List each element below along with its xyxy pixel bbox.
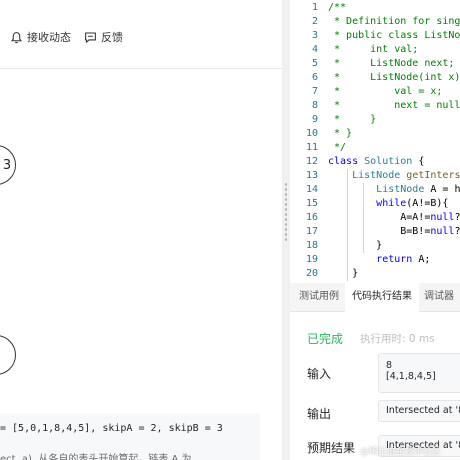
line-number: 12: [305, 156, 318, 167]
line-number: 11: [305, 142, 318, 153]
line-code: * ListNode(int x) {: [328, 72, 460, 83]
notify-label: 接收动态: [27, 31, 71, 44]
line-code: * next = null;: [328, 100, 460, 111]
tab-debugger[interactable]: 调试器: [424, 283, 454, 311]
line-number: 5: [311, 58, 318, 69]
code-line[interactable]: 6 * ListNode(int x) {: [290, 71, 460, 85]
code-line[interactable]: 9 * }: [290, 113, 460, 127]
line-code: * int val;: [328, 44, 419, 55]
example-explanation: ect, a). 从各自的表头开始算起，链表 A 为: [0, 454, 192, 460]
problem-panel: 接收动态 反馈 3 = [5,0,1,8,4,5], skipA = 2, sk…: [0, 0, 282, 460]
example-code-block: = [5,0,1,8,4,5], skipA = 2, skipB = 3 ec…: [0, 413, 260, 460]
line-code: return A;: [376, 254, 431, 265]
problem-toolbar: 接收动态 反馈: [0, 0, 282, 69]
line-number: 3: [311, 30, 318, 41]
line-code: */: [328, 142, 347, 153]
code-line[interactable]: 1 /**: [290, 1, 460, 15]
indent-guide: [347, 169, 348, 281]
expected-label: 预期结果: [307, 441, 356, 455]
line-number: 10: [305, 128, 318, 139]
code-line[interactable]: 11 */: [290, 141, 460, 155]
line-code: }: [328, 240, 383, 251]
code-line[interactable]: 20 }: [290, 267, 460, 281]
line-number: 8: [311, 100, 318, 111]
panel-divider[interactable]: [282, 0, 290, 460]
feedback-button[interactable]: 反馈: [84, 28, 123, 46]
line-code: * }: [328, 128, 353, 139]
code-editor[interactable]: 1/** 2 * Definition for singly 3 * public …: [290, 0, 460, 283]
line-number: 9: [311, 114, 318, 125]
code-line[interactable]: 2 * Definition for singly: [290, 15, 460, 29]
output-value: Intersected at '8': [386, 405, 460, 416]
input-value-box: 8 [4,1,8,4,5]: [378, 353, 460, 393]
line-number: 6: [311, 72, 318, 83]
feedback-label: 反馈: [101, 31, 123, 44]
line-code: * }: [328, 114, 377, 125]
line-code: * val = x;: [328, 86, 443, 97]
console-panel: 测试用例 代码执行结果 调试器 已完成 执行用时: 0 ms 输入 8 [4,1…: [290, 283, 460, 460]
line-number: 20: [305, 268, 318, 279]
notify-button[interactable]: 接收动态: [10, 28, 71, 46]
input-line-1: 8: [386, 360, 393, 371]
run-time: 执行用时: 0 ms: [360, 333, 435, 345]
code-line[interactable]: 16 A=A!=null?A.n: [290, 211, 460, 225]
indent-guide: [363, 183, 364, 253]
drag-handle-icon[interactable]: [284, 182, 288, 242]
line-number: 1: [311, 2, 318, 13]
list-node-partial-top: 3: [0, 145, 16, 185]
input-label: 输入: [307, 367, 332, 381]
code-line[interactable]: 13 ListNode getIntersec: [290, 169, 460, 183]
example-input-line: = [5,0,1,8,4,5], skipA = 2, skipB = 3: [0, 423, 223, 434]
line-number: 4: [311, 44, 318, 55]
line-code: * Definition for singly: [328, 16, 460, 27]
line-code: }: [328, 268, 359, 279]
node-value: 3: [2, 157, 12, 173]
line-number: 14: [305, 184, 318, 195]
list-node-partial-bottom: [0, 335, 16, 375]
feedback-icon: [85, 32, 96, 43]
line-number: 13: [305, 170, 318, 181]
tab-run-result[interactable]: 代码执行结果: [345, 283, 419, 313]
code-line[interactable]: 7 * val = x;: [290, 85, 460, 99]
line-number: 2: [311, 16, 318, 27]
code-line[interactable]: 8 * next = null;: [290, 99, 460, 113]
bell-icon: [10, 31, 23, 43]
code-line[interactable]: 15 while(A!=B){: [290, 197, 460, 211]
code-line[interactable]: 5 * ListNode next;: [290, 57, 460, 71]
output-value-box: Intersected at '8': [378, 400, 460, 422]
line-code: * public class ListNode: [328, 30, 460, 41]
code-line[interactable]: 12 class Solution {: [290, 155, 460, 169]
line-code: * ListNode next;: [328, 58, 455, 69]
code-line[interactable]: 10 * }: [290, 127, 460, 141]
line-code: /**: [328, 2, 347, 13]
tab-testcase[interactable]: 测试用例: [299, 283, 339, 311]
run-status: 已完成: [307, 332, 344, 346]
line-number: 19: [305, 254, 318, 265]
output-label: 输出: [307, 407, 332, 421]
line-number: 17: [305, 226, 318, 237]
input-line-2: [4,1,8,4,5]: [386, 371, 436, 382]
line-number: 15: [305, 198, 318, 209]
line-number: 7: [311, 86, 318, 97]
line-number: 18: [305, 240, 318, 251]
code-line[interactable]: 14 ListNode A = head: [290, 183, 460, 197]
code-line[interactable]: 17 B=B!=null?B.n: [290, 225, 460, 239]
code-line[interactable]: 3 * public class ListNode: [290, 29, 460, 43]
code-line[interactable]: 4 * int val;: [290, 43, 460, 57]
code-line[interactable]: 18 }: [290, 239, 460, 253]
console-tabs: 测试用例 代码执行结果 调试器: [290, 283, 460, 313]
example-diagram: 3: [0, 69, 282, 411]
watermark: @稀土掘金技术社区: [360, 447, 442, 457]
line-code: class Solution {: [328, 156, 425, 167]
code-line[interactable]: 19 return A;: [290, 253, 460, 267]
line-number: 16: [305, 212, 318, 223]
